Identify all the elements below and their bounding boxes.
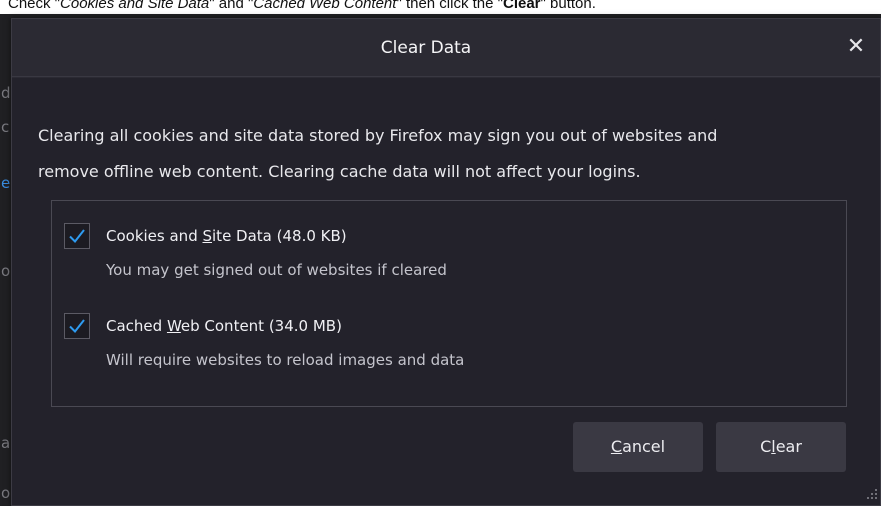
checkmark-icon	[69, 319, 85, 334]
close-icon[interactable]: ✕	[840, 31, 872, 63]
cache-checkbox[interactable]	[64, 313, 90, 339]
dialog-description: Clearing all cookies and site data store…	[38, 118, 838, 190]
instruction-text: Check "Cookies and Site Data" and "Cache…	[8, 0, 596, 14]
instruction-button-name: Clear	[502, 0, 541, 12]
dialog-body: Clearing all cookies and site data store…	[12, 78, 880, 505]
instruction-item-cookies: Cookies and Site Data	[60, 0, 210, 12]
cookies-description: You may get signed out of websites if cl…	[106, 261, 447, 279]
cancel-button[interactable]: Cancel	[573, 422, 703, 472]
cache-label: Cached Web Content (34.0 MB)	[106, 317, 342, 335]
background-text-fragment: a	[1, 434, 11, 452]
accesskey-s: S	[202, 227, 213, 245]
description-line: remove offline web content. Clearing cac…	[38, 162, 641, 181]
background-text-fragment: d	[1, 84, 11, 102]
background-link-fragment: e	[1, 174, 11, 192]
description-line: Clearing all cookies and site data store…	[38, 126, 718, 145]
clear-data-dialog: Clear Data ✕ Clearing all cookies and si…	[11, 18, 881, 506]
background-text-fragment: c	[1, 118, 10, 136]
accesskey-w: W	[166, 317, 181, 335]
dialog-titlebar: Clear Data ✕	[12, 19, 880, 77]
cache-description: Will require websites to reload images a…	[106, 351, 465, 369]
clear-button[interactable]: Clear	[716, 422, 846, 472]
background-text-fragment: o	[1, 262, 11, 280]
instruction-item-cache: Cached Web Content	[253, 0, 397, 12]
cookies-checkbox[interactable]	[64, 223, 90, 249]
background-text-fragment: o	[1, 484, 11, 502]
checkmark-icon	[69, 229, 85, 244]
dialog-title: Clear Data	[380, 38, 472, 58]
cookies-label: Cookies and Site Data (48.0 KB)	[106, 227, 347, 245]
options-group: Cookies and Site Data (48.0 KB) You may …	[51, 200, 847, 407]
resize-grip-icon[interactable]	[866, 488, 878, 500]
